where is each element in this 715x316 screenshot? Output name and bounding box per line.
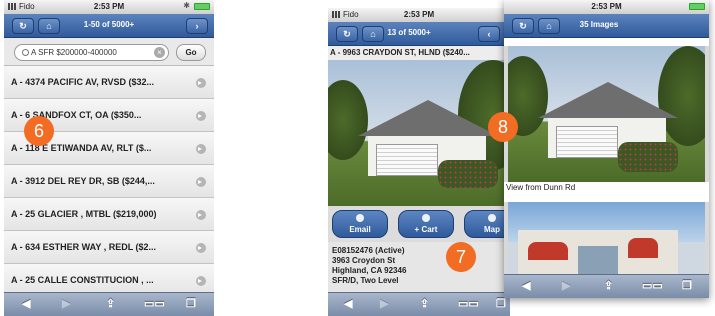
email-label: Email: [349, 225, 371, 234]
battery-icon: [194, 3, 210, 10]
previous-listing-button[interactable]: ‹: [478, 26, 500, 42]
bookmarks-icon[interactable]: ▭▭: [642, 279, 663, 292]
chevron-right-icon: [196, 111, 206, 121]
list-item[interactable]: A - 4374 PACIFIC AV, RVSD ($32...: [4, 66, 214, 99]
listing-detail-screen: Fido 2:53 PM ↻ ⌂ 13 of 5000+ ‹ A - 9963 …: [328, 8, 510, 316]
battery-icon: [689, 3, 705, 10]
tabs-icon[interactable]: ❐: [496, 297, 506, 310]
property-type: SFR/D, Two Level: [332, 276, 399, 285]
refresh-icon[interactable]: ↻: [512, 18, 534, 34]
back-icon[interactable]: ◀: [22, 297, 30, 310]
browser-toolbar: ◀ ▶ ⇪ ▭▭ ❐: [4, 292, 214, 316]
forward-icon[interactable]: ▶: [62, 297, 70, 310]
list-item[interactable]: A - 3912 DEL REY DR, SB ($244,...: [4, 165, 214, 198]
bluetooth-icon: ✱: [183, 1, 190, 10]
nav-bar: ↻ ⌂ 35 Images: [504, 14, 709, 38]
email-icon: [356, 214, 364, 222]
chevron-right-icon: [196, 243, 206, 253]
tabs-icon[interactable]: ❐: [186, 297, 196, 310]
listing-position: 13 of 5000+: [387, 28, 431, 37]
chevron-right-icon: [196, 177, 206, 187]
forward-icon[interactable]: ▶: [562, 279, 570, 292]
chevron-right-icon: [196, 144, 206, 154]
cart-label: + Cart: [414, 225, 438, 234]
map-label: Map: [484, 225, 500, 234]
status-bar: 2:53 PM: [504, 0, 709, 14]
nav-bar: ↻ ⌂ 13 of 5000+ ‹: [328, 22, 510, 46]
search-row: A SFR $200000-400000 × Go: [4, 38, 214, 66]
email-button[interactable]: Email: [332, 210, 388, 238]
clock: 2:53 PM: [591, 2, 622, 11]
chevron-right-icon: [196, 276, 206, 286]
next-page-button[interactable]: ›: [186, 18, 208, 34]
step-badge: 7: [446, 242, 476, 272]
search-value: A SFR $200000-400000: [31, 48, 117, 57]
list-item[interactable]: A - 634 ESTHER WAY , REDL ($2...: [4, 231, 214, 264]
search-input[interactable]: A SFR $200000-400000 ×: [14, 44, 169, 61]
status-bar: Fido 2:53 PM: [328, 8, 510, 22]
bookmarks-icon[interactable]: ▭▭: [144, 297, 165, 310]
list-item-label: A - 3912 DEL REY DR, SB ($244,...: [11, 176, 155, 186]
image-count: 35 Images: [579, 20, 619, 29]
listing-results-screen: Fido 2:53 PM ✱ ↻ ⌂ 1-50 of 5000+ › A SFR…: [4, 0, 214, 316]
listing-address: A - 9963 CRAYDON ST, HLND ($240...: [328, 46, 510, 60]
status-bar: Fido 2:53 PM ✱: [4, 0, 214, 14]
house-photo[interactable]: [328, 60, 510, 206]
photo-caption: View from Dunn Rd: [504, 182, 709, 194]
go-button[interactable]: Go: [176, 44, 206, 61]
results-list: A - 4374 PACIFIC AV, RVSD ($32... A - 6 …: [4, 66, 214, 297]
results-count: 1-50 of 5000+: [83, 20, 135, 29]
browser-toolbar: ◀ ▶ ⇪ ▭▭ ❐: [504, 274, 709, 298]
back-icon[interactable]: ◀: [344, 297, 352, 310]
list-item-label: A - 4374 PACIFIC AV, RVSD ($32...: [11, 77, 155, 87]
step-badge: 8: [488, 112, 518, 142]
street-address: 3963 Croydon St: [332, 256, 396, 265]
add-to-cart-button[interactable]: + Cart: [398, 210, 454, 238]
share-icon[interactable]: ⇪: [604, 279, 613, 292]
search-icon: [22, 49, 29, 56]
clock: 2:53 PM: [403, 10, 435, 19]
list-item-label: A - 25 CALLE CONSTITUCION , ...: [11, 275, 154, 285]
gallery-photo[interactable]: [508, 46, 705, 182]
step-badge: 6: [24, 116, 54, 146]
list-item-label: A - 25 GLACIER , MTBL ($219,000): [11, 209, 157, 219]
share-icon[interactable]: ⇪: [420, 297, 429, 310]
list-item-label: A - 634 ESTHER WAY , REDL ($2...: [11, 242, 157, 252]
share-icon[interactable]: ⇪: [106, 297, 115, 310]
browser-toolbar: ◀ ▶ ⇪ ▭▭ ❐: [328, 292, 510, 316]
nav-bar: ↻ ⌂ 1-50 of 5000+ ›: [4, 14, 214, 38]
action-buttons: Email + Cart Map: [328, 206, 510, 242]
city-state-zip: Highland, CA 92346: [332, 266, 407, 275]
mls-status: E08152476 (Active): [332, 246, 405, 255]
forward-icon[interactable]: ▶: [380, 297, 388, 310]
list-item[interactable]: A - 25 GLACIER , MTBL ($219,000): [4, 198, 214, 231]
bookmarks-icon[interactable]: ▭▭: [458, 297, 479, 310]
back-icon[interactable]: ◀: [522, 279, 530, 292]
clear-icon[interactable]: ×: [154, 47, 165, 58]
cart-icon: [422, 214, 430, 222]
tabs-icon[interactable]: ❐: [682, 279, 692, 292]
image-gallery-screen: 2:53 PM ↻ ⌂ 35 Images View from Dunn Rd …: [504, 0, 709, 298]
map-icon: [488, 214, 496, 222]
chevron-right-icon: [196, 210, 206, 220]
chevron-right-icon: [196, 78, 206, 88]
